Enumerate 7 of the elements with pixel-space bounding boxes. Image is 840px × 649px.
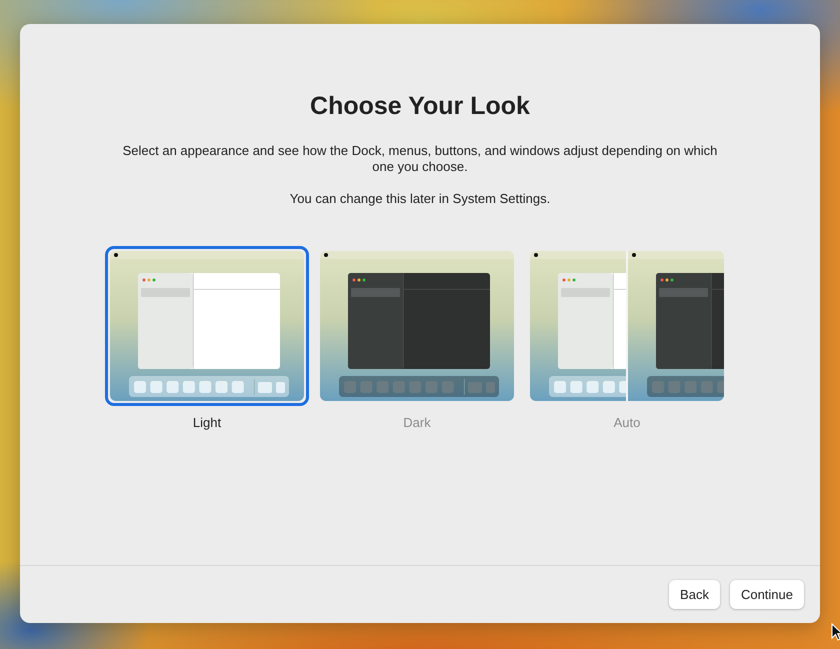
description-text: Select an appearance and see how the Dock, menus, buttons, and windows adjust depending on which one you choose. bbox=[122, 143, 718, 175]
continue-button[interactable]: Continue bbox=[730, 580, 804, 609]
back-button[interactable]: Back bbox=[669, 580, 720, 609]
pointer-icon bbox=[831, 623, 840, 641]
appearance-option[interactable]: Light bbox=[105, 246, 309, 430]
page-title: Choose Your Look bbox=[310, 92, 530, 121]
note-text: You can change this later in System Settings. bbox=[290, 191, 550, 206]
